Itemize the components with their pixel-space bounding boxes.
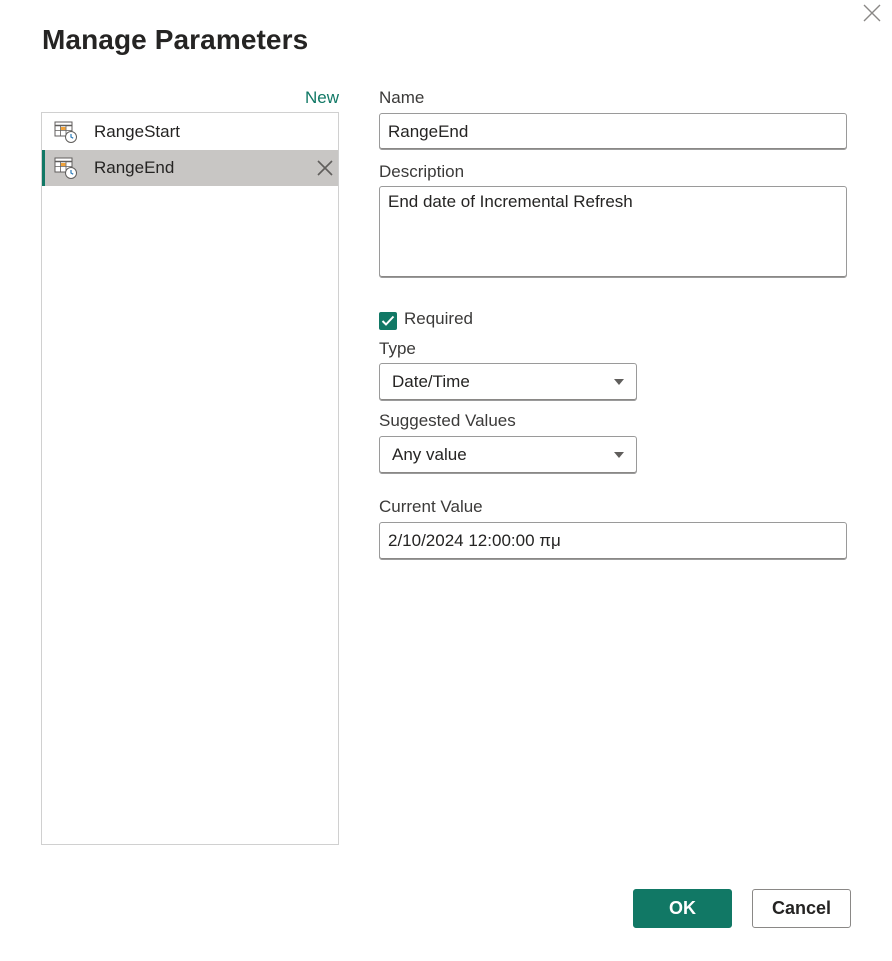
- close-button[interactable]: [856, 0, 888, 26]
- parameter-item-rangestart[interactable]: RangeStart: [42, 114, 338, 150]
- delete-x-icon[interactable]: [316, 159, 334, 177]
- description-label: Description: [379, 162, 465, 181]
- description-textarea[interactable]: End date of Incremental Refresh: [379, 186, 847, 278]
- suggested-values-dropdown[interactable]: Any value: [379, 436, 637, 474]
- parameter-list: RangeStart RangeEnd: [41, 112, 339, 845]
- suggested-values-dropdown-value: Any value: [392, 445, 467, 464]
- parameter-item-label: RangeEnd: [94, 158, 175, 177]
- chevron-down-icon: [614, 452, 624, 458]
- datetime-parameter-icon: [54, 121, 77, 143]
- required-label: Required: [404, 309, 473, 328]
- chevron-down-icon: [614, 379, 624, 385]
- dialog-title: Manage Parameters: [42, 24, 309, 55]
- suggested-values-label: Suggested Values: [379, 411, 516, 430]
- close-icon: [863, 4, 881, 22]
- name-input[interactable]: [379, 113, 847, 150]
- datetime-parameter-icon: [54, 157, 77, 179]
- name-label: Name: [379, 88, 425, 107]
- type-label: Type: [379, 339, 416, 358]
- ok-button[interactable]: OK: [633, 889, 732, 928]
- current-value-label: Current Value: [379, 497, 483, 516]
- checkmark-icon: [381, 315, 395, 326]
- manage-parameters-dialog: Manage Parameters New RangeStart RangeEn…: [0, 0, 892, 961]
- required-checkbox[interactable]: [379, 312, 397, 330]
- current-value-input[interactable]: [379, 522, 847, 560]
- type-dropdown-value: Date/Time: [392, 372, 470, 391]
- type-dropdown[interactable]: Date/Time: [379, 363, 637, 401]
- new-parameter-link[interactable]: New: [305, 88, 339, 108]
- parameter-item-rangeend[interactable]: RangeEnd: [42, 150, 338, 186]
- parameter-item-label: RangeStart: [94, 122, 180, 141]
- cancel-button[interactable]: Cancel: [752, 889, 851, 928]
